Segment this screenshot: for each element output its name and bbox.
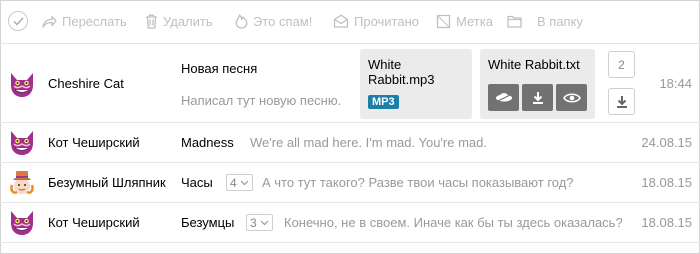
message-row[interactable]: Cheshire Cat Новая песня Написал тут нов… xyxy=(0,44,700,123)
tag-icon xyxy=(436,14,451,28)
message-snippet: Написал тут новую песню. xyxy=(181,93,342,108)
attachment-txt[interactable]: White Rabbit.txt xyxy=(480,49,595,119)
fire-icon xyxy=(235,13,248,29)
message-snippet: А что тут такого? Разве твои часы показы… xyxy=(262,175,574,190)
thread-count-toggle[interactable]: 4 xyxy=(226,174,253,191)
thread-count: 3 xyxy=(250,215,257,230)
message-row[interactable]: Кот Чеширский Безумцы 3 Конечно, не в св… xyxy=(0,203,700,243)
check-icon xyxy=(13,17,24,26)
download-icon xyxy=(532,91,543,104)
message-date: 24.08.15 xyxy=(641,135,692,150)
delete-button[interactable]: Удалить xyxy=(145,12,213,30)
toolbar: Переслать Удалить Это спам! Прочитано Ме… xyxy=(0,0,700,44)
forward-button[interactable]: Переслать xyxy=(42,12,127,30)
forward-icon xyxy=(42,15,57,28)
message-date: 18.08.15 xyxy=(641,175,692,190)
cloud-save-icon xyxy=(495,92,512,102)
delete-label: Удалить xyxy=(163,13,213,29)
thread-count-toggle[interactable]: 3 xyxy=(246,214,273,231)
message-subject: Madness xyxy=(181,135,234,150)
message-subject: Безумцы xyxy=(181,215,235,230)
sender-name: Cheshire Cat xyxy=(48,76,124,91)
cat-avatar xyxy=(11,131,33,155)
mark-read-label: Прочитано xyxy=(354,13,419,29)
attachment-count[interactable]: 2 xyxy=(608,51,635,78)
tag-button[interactable]: Метка xyxy=(436,12,493,30)
message-subject: Часы xyxy=(181,175,213,190)
message-date: 18:44 xyxy=(659,76,692,91)
hatter-avatar xyxy=(10,171,34,194)
message-subject: Новая песня xyxy=(181,61,258,76)
attachment-name: White Rabbit.txt xyxy=(488,57,580,72)
sender-name: Кот Чеширский xyxy=(48,215,140,230)
to-folder-label: В папку xyxy=(537,13,583,29)
preview-attachment-button[interactable] xyxy=(556,84,587,111)
forward-label: Переслать xyxy=(62,13,127,29)
message-snippet: Конечно, не в своем. Иначе как бы ты зде… xyxy=(284,215,623,230)
message-row[interactable]: Безумный Шляпник Часы 4 А что тут такого… xyxy=(0,163,700,203)
mark-read-button[interactable]: Прочитано xyxy=(333,12,419,30)
cat-avatar xyxy=(11,211,33,235)
download-icon xyxy=(616,95,627,108)
chevron-down-icon xyxy=(240,180,249,185)
attachment-name: White Rabbit.mp3 xyxy=(368,57,435,87)
save-to-cloud-button[interactable] xyxy=(488,84,519,111)
select-all-checkbox[interactable] xyxy=(8,11,28,31)
file-type-badge: MP3 xyxy=(368,95,399,109)
chevron-down-icon xyxy=(260,220,269,225)
folder-icon xyxy=(507,15,522,28)
download-attachment-button[interactable] xyxy=(522,84,553,111)
eye-icon xyxy=(562,92,581,103)
message-row[interactable]: Кот Чеширский Madness We're all mad here… xyxy=(0,123,700,163)
trash-icon xyxy=(146,14,157,29)
to-folder-button[interactable]: В папку xyxy=(507,12,583,30)
attachment-mp3[interactable]: White Rabbit.mp3 MP3 xyxy=(360,49,472,119)
spam-label: Это спам! xyxy=(253,13,313,29)
message-date: 18.08.15 xyxy=(641,215,692,230)
envelope-icon xyxy=(333,14,349,28)
tag-label: Метка xyxy=(456,13,493,29)
sender-name: Кот Чеширский xyxy=(48,135,140,150)
thread-count: 4 xyxy=(230,175,237,190)
message-snippet: We're all mad here. I'm mad. You're mad. xyxy=(250,135,487,150)
spam-button[interactable]: Это спам! xyxy=(235,12,312,30)
sender-name: Безумный Шляпник xyxy=(48,175,166,190)
download-all-button[interactable] xyxy=(608,88,635,115)
cat-avatar xyxy=(11,73,33,97)
